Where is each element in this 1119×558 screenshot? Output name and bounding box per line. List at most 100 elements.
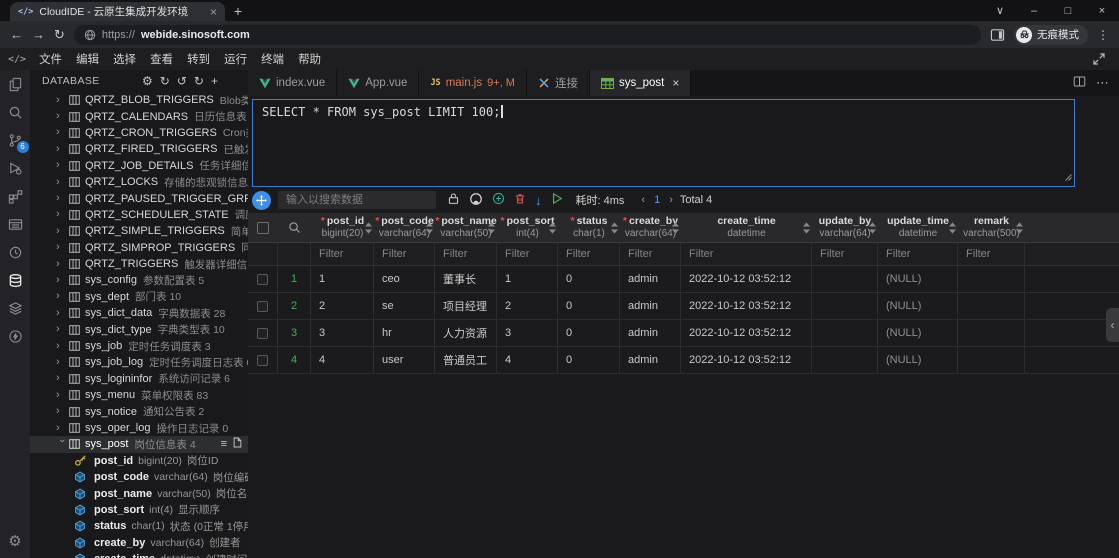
table-tree-item[interactable]: › QRTZ_LOCKS 存储的悲观锁信息表 2	[30, 174, 248, 190]
delete-row-icon[interactable]	[514, 192, 526, 208]
menu-item[interactable]: 转到	[180, 51, 217, 67]
url-bar[interactable]: https://webide.sinosoft.com	[74, 25, 981, 45]
table-tree-item[interactable]: › sys_dept 部门表 10	[30, 289, 248, 305]
tab-search-icon[interactable]: ∨	[983, 4, 1017, 17]
filter-input[interactable]: Filter	[812, 243, 878, 265]
table-cell[interactable]	[812, 266, 878, 292]
timeline-clock-icon[interactable]	[8, 244, 23, 261]
zap-icon[interactable]	[8, 328, 23, 345]
table-cell[interactable]: 0	[558, 266, 620, 292]
field-tree-item[interactable]: post_id bigint(20) 岗位ID	[30, 453, 248, 469]
column-header[interactable]: *create_by varchar(64)	[620, 213, 681, 242]
menu-item[interactable]: 选择	[106, 51, 143, 67]
menu-item[interactable]: 终端	[254, 51, 291, 67]
sort-icon[interactable]	[869, 222, 876, 233]
browser-menu-icon[interactable]: ⋮	[1097, 28, 1109, 42]
table-tree-item[interactable]: › QRTZ_PAUSED_TRIGGER_GRPS 暂...	[30, 190, 248, 206]
sort-icon[interactable]	[426, 222, 433, 233]
table-cell[interactable]: 1	[497, 266, 558, 292]
table-cell[interactable]: 2022-10-12 03:52:12	[681, 320, 812, 346]
filter-input[interactable]: Filter	[681, 243, 812, 265]
table-tree-item[interactable]: › QRTZ_TRIGGERS 触发器详细信息表 3	[30, 256, 248, 272]
editor-tab[interactable]: sys_post ×	[590, 70, 691, 96]
table-cell[interactable]: admin	[620, 293, 681, 319]
tab-close-icon[interactable]: ×	[210, 5, 217, 19]
table-cell[interactable]: user	[374, 347, 435, 373]
field-tree-item[interactable]: post_sort int(4) 显示顺序	[30, 502, 248, 518]
field-tree-item[interactable]: create_time datetime 创建时间	[30, 551, 248, 558]
maximize-button[interactable]: □	[1051, 5, 1085, 17]
column-header[interactable]: *post_sort int(4)	[497, 213, 558, 242]
table-tree-item[interactable]: › QRTZ_FIRED_TRIGGERS 已触发的触...	[30, 141, 248, 157]
column-header[interactable]: *post_id bigint(20)	[311, 213, 374, 242]
table-cell[interactable]: 普通员工	[435, 347, 497, 373]
resize-handle-icon[interactable]	[1064, 170, 1072, 184]
table-cell[interactable]	[958, 266, 1025, 292]
table-cell[interactable]: se	[374, 293, 435, 319]
table-cell[interactable]: 2	[311, 293, 374, 319]
run-debug-icon[interactable]	[8, 160, 23, 177]
table-cell[interactable]: hr	[374, 320, 435, 346]
table-row[interactable]: 2 2se项目经理20admin2022-10-12 03:52:12(NULL…	[248, 293, 1119, 320]
back-icon[interactable]: ←	[10, 28, 23, 41]
filter-input[interactable]: Filter	[435, 243, 497, 265]
column-header[interactable]: *post_code varchar(64)	[374, 213, 435, 242]
menu-item[interactable]: 查看	[143, 51, 180, 67]
browser-tab[interactable]: </> CloudIDE - 云原生集成开发环境 ×	[10, 2, 225, 21]
table-cell[interactable]	[812, 320, 878, 346]
column-header[interactable]: update_by varchar(64)	[812, 213, 878, 242]
run-query-icon[interactable]	[551, 192, 563, 208]
new-tab-button[interactable]: +	[225, 2, 251, 21]
filter-input[interactable]: Filter	[311, 243, 374, 265]
magnifier-icon[interactable]	[288, 221, 301, 234]
sort-icon[interactable]	[672, 222, 679, 233]
sort-icon[interactable]	[488, 222, 495, 233]
table-row[interactable]: 1 1ceo董事长10admin2022-10-12 03:52:12(NULL…	[248, 266, 1119, 293]
table-cell[interactable]: admin	[620, 266, 681, 292]
row-checkbox[interactable]	[257, 301, 268, 312]
table-cell[interactable]	[812, 347, 878, 373]
column-header[interactable]: remark varchar(500)	[958, 213, 1025, 242]
table-cell[interactable]: 0	[558, 320, 620, 346]
column-header[interactable]: create_time datetime	[681, 213, 812, 242]
table-tree-item[interactable]: › QRTZ_CALENDARS 日历信息表 0	[30, 108, 248, 124]
db-history-icon[interactable]: ↺	[177, 75, 187, 87]
table-tree-item[interactable]: › sys_dict_type 字典类型表 10	[30, 321, 248, 337]
editor-tab[interactable]: App.vue	[337, 70, 419, 96]
table-cell[interactable]: 4	[497, 347, 558, 373]
close-icon[interactable]: ×	[672, 76, 679, 90]
db-sync-icon[interactable]: ↻	[160, 75, 170, 87]
filter-input[interactable]: Filter	[374, 243, 435, 265]
editor-tab[interactable]: index.vue	[248, 70, 337, 96]
table-cell[interactable]: 2022-10-12 03:52:12	[681, 347, 812, 373]
row-checkbox[interactable]	[257, 274, 268, 285]
table-tree-item[interactable]: › sys_job_log 定时任务调度日志表 0	[30, 354, 248, 370]
sort-icon[interactable]	[549, 222, 556, 233]
table-tree-item[interactable]: › sys_oper_log 操作日志记录 0	[30, 420, 248, 436]
field-tree-item[interactable]: status char(1) 状态 (0正常 1停用)	[30, 518, 248, 534]
table-tree-item[interactable]: › QRTZ_SIMPROP_TRIGGERS 同步机...	[30, 240, 248, 256]
table-cell[interactable]: ceo	[374, 266, 435, 292]
menu-item[interactable]: 运行	[217, 51, 254, 67]
next-page-icon[interactable]: ›	[669, 194, 673, 206]
table-cell[interactable]	[958, 347, 1025, 373]
new-sql-file-icon[interactable]	[233, 437, 242, 451]
table-cell[interactable]: (NULL)	[878, 266, 958, 292]
row-checkbox[interactable]	[257, 355, 268, 366]
split-editor-icon[interactable]	[1073, 75, 1086, 91]
more-actions-icon[interactable]: ⋯	[1096, 75, 1109, 91]
menu-item[interactable]: 编辑	[69, 51, 106, 67]
sort-icon[interactable]	[803, 222, 810, 233]
search-icon[interactable]	[8, 104, 23, 121]
table-tree-item[interactable]: › QRTZ_JOB_DETAILS 任务详细信息...	[30, 158, 248, 174]
table-cell[interactable]: 0	[558, 293, 620, 319]
explorer-icon[interactable]	[8, 76, 23, 93]
filter-input[interactable]: Filter	[558, 243, 620, 265]
table-cell[interactable]: 0	[558, 347, 620, 373]
table-cell[interactable]: 4	[311, 347, 374, 373]
table-tree-item[interactable]: › sys_logininfor 系统访问记录 6	[30, 371, 248, 387]
table-tree-item[interactable]: › sys_notice 通知公告表 2	[30, 403, 248, 419]
close-window-button[interactable]: ×	[1085, 5, 1119, 17]
download-icon[interactable]: ↓	[535, 194, 542, 207]
sort-icon[interactable]	[1016, 222, 1023, 233]
